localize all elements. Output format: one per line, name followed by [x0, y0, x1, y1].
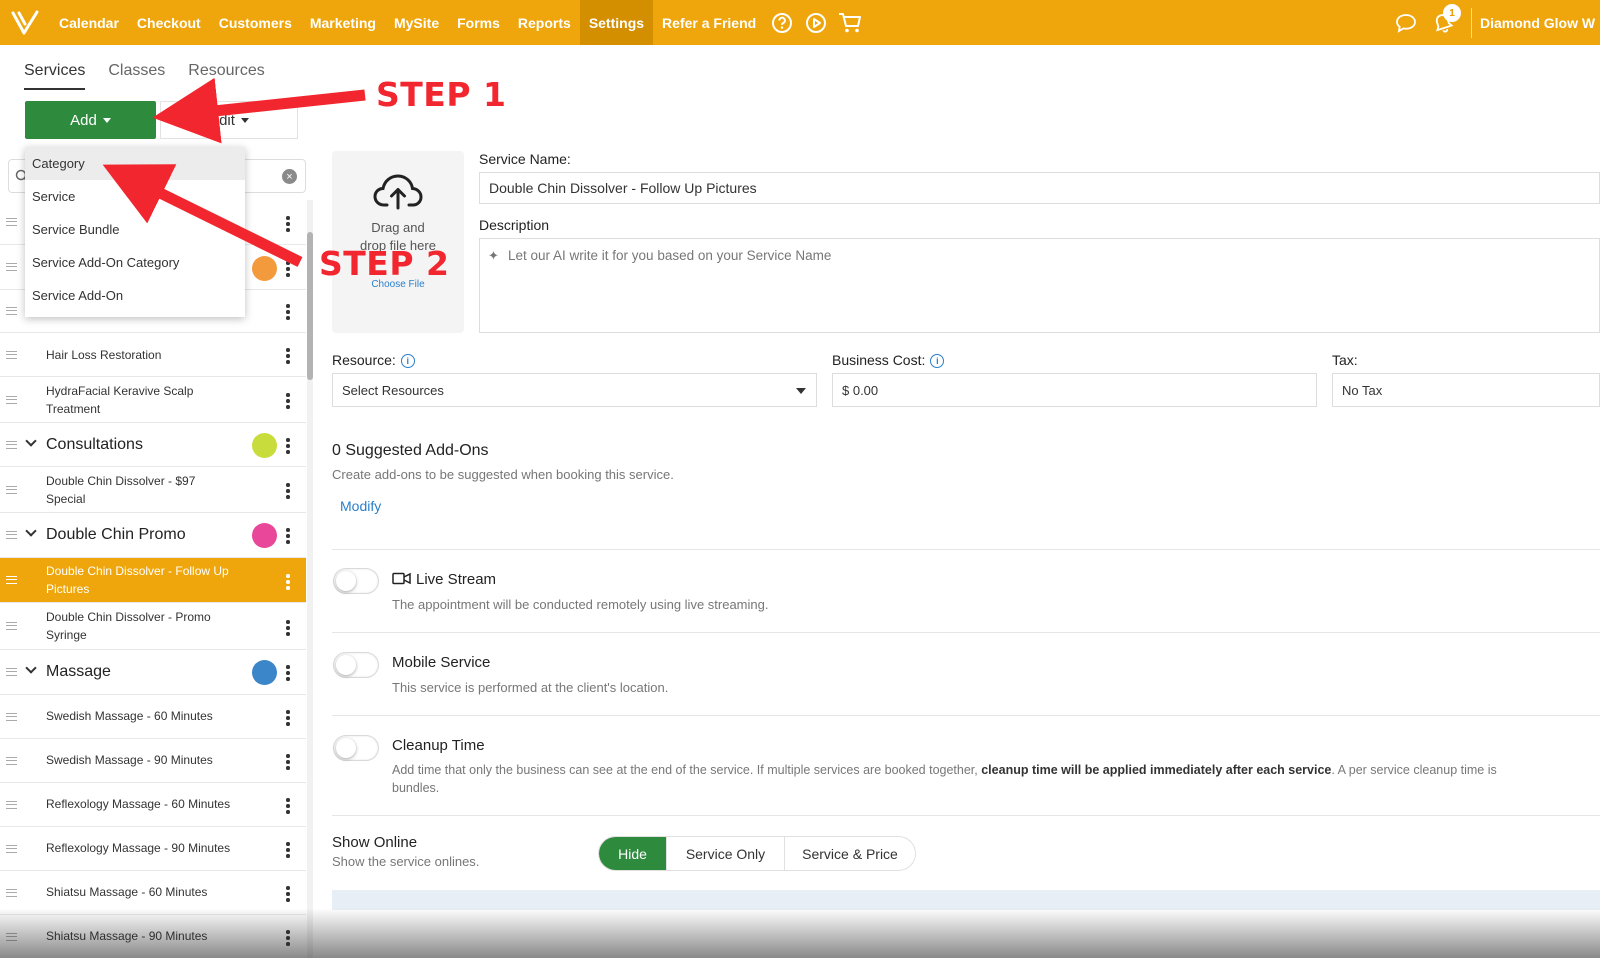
annotation-arrows [102, 77, 366, 267]
step1-annotation: STEP 1 [376, 75, 507, 114]
step2-annotation: STEP 2 [319, 244, 450, 283]
step2-arrow [102, 164, 303, 267]
step1-arrow [152, 77, 366, 144]
